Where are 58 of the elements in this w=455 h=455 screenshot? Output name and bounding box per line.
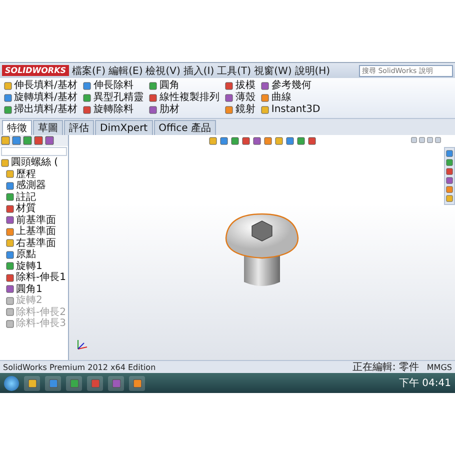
- taskbar-app[interactable]: [66, 376, 82, 390]
- filter-field[interactable]: [1, 147, 67, 156]
- ribbon-button[interactable]: 旋轉填料/基材: [4, 92, 78, 104]
- taskbar-app[interactable]: [24, 376, 40, 390]
- ribbon-button[interactable]: 拔模: [225, 80, 256, 92]
- ribbon-button[interactable]: Instant3D: [261, 104, 320, 116]
- tree-item[interactable]: 歷程: [16, 168, 36, 180]
- ribbon-button[interactable]: 曲線: [261, 92, 320, 104]
- tree-item[interactable]: 旋轉1: [16, 260, 42, 272]
- ribbon-tab[interactable]: DimXpert: [95, 120, 153, 135]
- tree-item[interactable]: 前基準面: [16, 214, 56, 226]
- app-icon: [112, 378, 120, 388]
- editing-status: 正在編輯: 零件: [352, 361, 419, 374]
- taskbar-app[interactable]: [129, 376, 145, 390]
- menu-item[interactable]: 檔案(F): [72, 64, 106, 78]
- product-label: SolidWorks Premium 2012 x64 Edition: [3, 362, 156, 372]
- menu-item[interactable]: 編輯(E): [108, 64, 143, 78]
- axis-triad-icon: [75, 338, 89, 352]
- ribbon-button[interactable]: 圓角: [149, 80, 220, 92]
- ribbon-tab[interactable]: 草圖: [33, 120, 63, 135]
- start-button[interactable]: [4, 376, 19, 390]
- ribbon-button[interactable]: 旋轉除料: [83, 104, 144, 116]
- ribbon-button[interactable]: 線性複製排列: [149, 92, 220, 104]
- taskbar-clock: 下午 04:41: [399, 377, 451, 390]
- ribbon-button[interactable]: 薄殼: [225, 92, 256, 104]
- ribbon-button[interactable]: 異型孔精靈: [83, 92, 144, 104]
- units-selector[interactable]: MMGS: [426, 362, 452, 372]
- tree-item[interactable]: 感測器: [16, 180, 46, 192]
- tree-item[interactable]: 右基準面: [16, 238, 56, 249]
- app-icon: [48, 378, 58, 388]
- ribbon-tab[interactable]: Office 產品: [154, 120, 216, 135]
- tree-item[interactable]: 原點: [16, 249, 36, 260]
- ribbon-button[interactable]: 肋材: [149, 104, 220, 116]
- tree-item[interactable]: 圓角1: [16, 284, 42, 295]
- menu-item[interactable]: 插入(I): [183, 64, 214, 78]
- app-icon: [90, 378, 100, 388]
- tree-item[interactable]: 除料-伸長1: [16, 272, 66, 284]
- menu-item[interactable]: 說明(H): [294, 64, 330, 78]
- app-logo: SOLIDWORKS: [2, 65, 70, 76]
- tree-item[interactable]: 上基準面: [16, 226, 56, 238]
- tree-root[interactable]: 圓頭螺絲 (: [11, 157, 58, 168]
- ribbon-button[interactable]: 參考幾何: [261, 80, 320, 92]
- app-icon: [28, 378, 36, 388]
- ribbon-button[interactable]: 掃出填料/基材: [4, 104, 78, 116]
- ribbon-tab[interactable]: 評估: [64, 120, 94, 135]
- menu-item[interactable]: 視窗(W): [254, 64, 292, 78]
- menu-item[interactable]: 工具(T): [217, 64, 252, 78]
- ribbon-button[interactable]: 鏡射: [225, 104, 256, 116]
- app-icon: [132, 378, 142, 388]
- tree-item[interactable]: 材質: [16, 203, 36, 214]
- ribbon-tab[interactable]: 特徵: [2, 120, 32, 135]
- menu-item[interactable]: 檢視(V): [146, 64, 180, 78]
- taskbar-app[interactable]: [45, 376, 61, 390]
- part-icon: [1, 158, 9, 167]
- tree-item[interactable]: 註記: [16, 192, 36, 203]
- ribbon-button[interactable]: 伸長填料/基材: [4, 80, 78, 92]
- app-icon: [70, 378, 78, 388]
- ribbon-button[interactable]: 伸長除料: [83, 80, 144, 92]
